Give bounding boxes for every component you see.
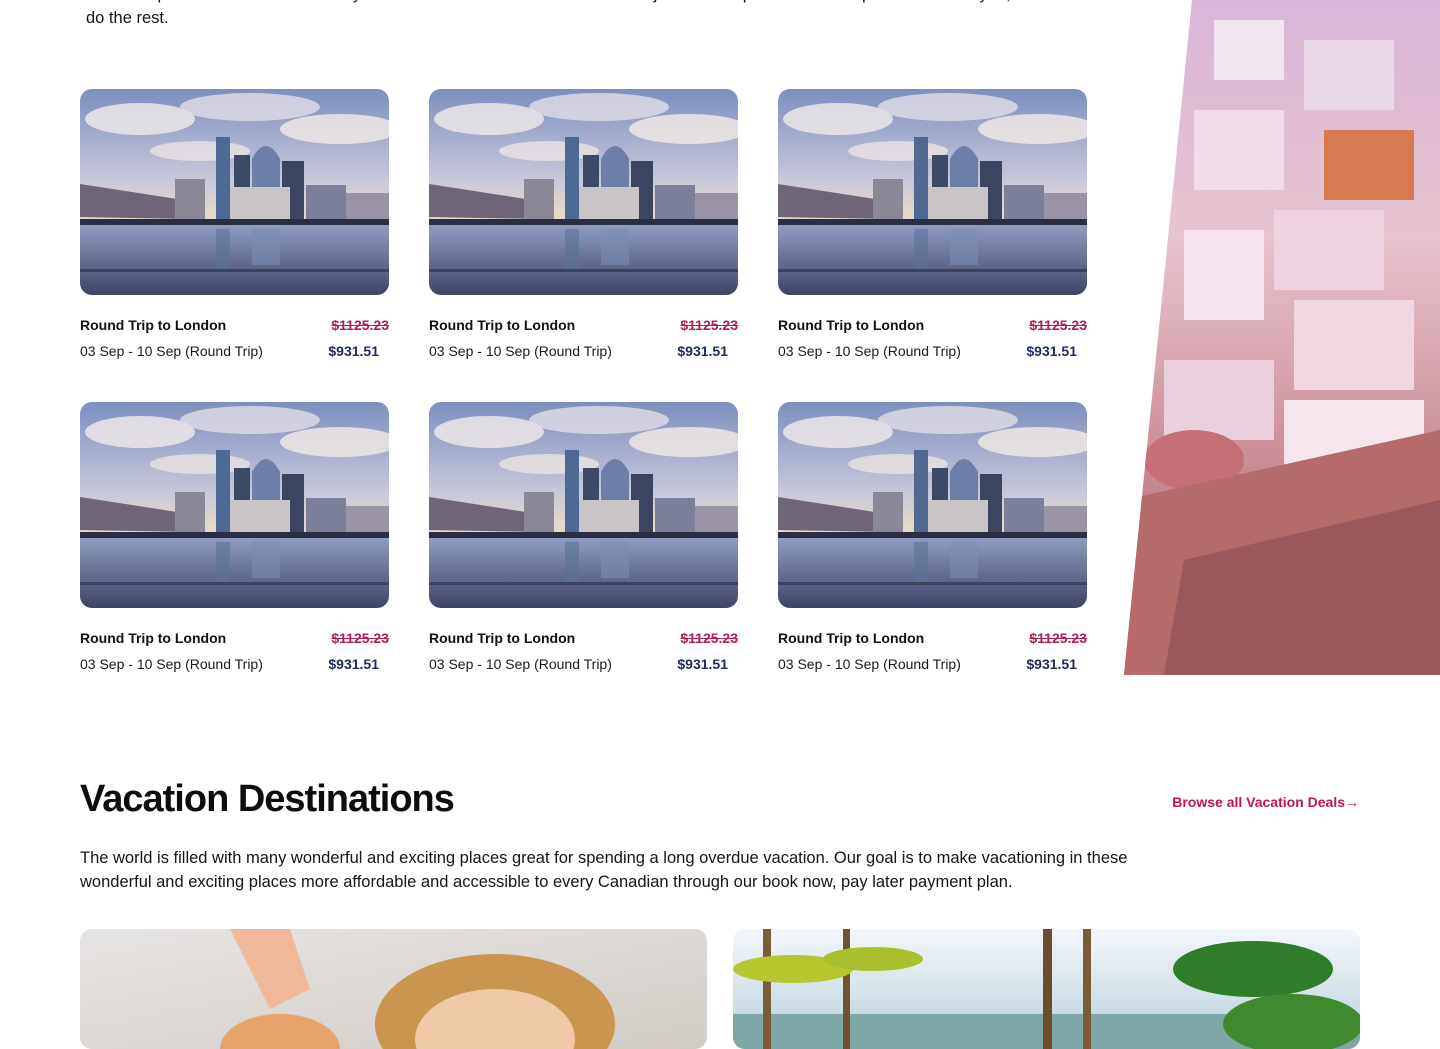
destination-card-beach-person[interactable]: [80, 929, 707, 1049]
deal-image-london[interactable]: [80, 402, 389, 608]
intro-text: Round Trip deals that are tailored to yo…: [86, 0, 1079, 27]
section-description: The world is filled with many wonderful …: [80, 849, 1128, 891]
deal-old-price: $1125.23: [680, 630, 738, 646]
deal-dates: 03 Sep - 10 Sep (Round Trip): [429, 656, 612, 672]
destination-card-palm-beach[interactable]: [733, 929, 1360, 1049]
deal-title: Round Trip to London: [80, 317, 227, 333]
deal-title: Round Trip to London: [80, 630, 227, 646]
deal-new-price: $931.51: [328, 343, 379, 359]
deal-old-price: $1125.23: [331, 317, 389, 333]
deal-card[interactable]: Round Trip to London $1125.23 03 Sep - 1…: [80, 89, 389, 369]
deal-card[interactable]: Round Trip to London $1125.23 03 Sep - 1…: [429, 402, 738, 682]
deal-title: Round Trip to London: [778, 630, 925, 646]
deal-card[interactable]: Round Trip to London $1125.23 03 Sep - 1…: [429, 89, 738, 369]
deal-title: Round Trip to London: [429, 317, 576, 333]
deal-dates: 03 Sep - 10 Sep (Round Trip): [80, 343, 263, 359]
deal-dates: 03 Sep - 10 Sep (Round Trip): [80, 656, 263, 672]
deal-dates: 03 Sep - 10 Sep (Round Trip): [778, 656, 961, 672]
deal-dates: 03 Sep - 10 Sep (Round Trip): [778, 343, 961, 359]
destination-hero-photo: [1124, 0, 1440, 675]
deal-title: Round Trip to London: [778, 317, 925, 333]
deal-dates: 03 Sep - 10 Sep (Round Trip): [429, 343, 612, 359]
deal-old-price: $1125.23: [680, 317, 738, 333]
deal-old-price: $1125.23: [331, 630, 389, 646]
deal-image-london[interactable]: [80, 89, 389, 295]
deal-new-price: $931.51: [1026, 656, 1077, 672]
deal-new-price: $931.51: [328, 656, 379, 672]
deal-card[interactable]: Round Trip to London $1125.23 03 Sep - 1…: [778, 89, 1087, 369]
deal-image-london[interactable]: [778, 89, 1087, 295]
deal-old-price: $1125.23: [1029, 317, 1087, 333]
deal-card[interactable]: Round Trip to London $1125.23 03 Sep - 1…: [778, 402, 1087, 682]
deal-card[interactable]: Round Trip to London $1125.23 03 Sep - 1…: [80, 402, 389, 682]
deal-image-london[interactable]: [429, 89, 738, 295]
deal-new-price: $931.51: [677, 656, 728, 672]
deal-image-london[interactable]: [778, 402, 1087, 608]
deal-title: Round Trip to London: [429, 630, 576, 646]
browse-vacation-deals-link[interactable]: Browse all Vacation Deals→: [1172, 794, 1359, 810]
deal-new-price: $931.51: [677, 343, 728, 359]
deal-image-london[interactable]: [429, 402, 738, 608]
section-title: Vacation Destinations: [80, 778, 455, 820]
deal-old-price: $1125.23: [1029, 630, 1087, 646]
deal-new-price: $931.51: [1026, 343, 1077, 359]
